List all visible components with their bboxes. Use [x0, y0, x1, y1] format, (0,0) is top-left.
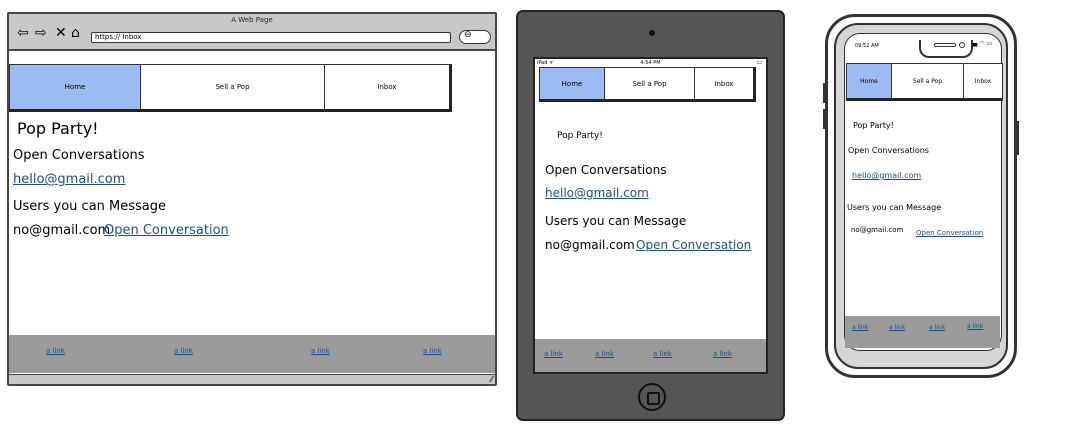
footer-link[interactable]: a link	[967, 323, 983, 330]
page-title: Pop Party!	[557, 131, 603, 141]
tab-home-label: Home	[860, 77, 878, 85]
nav-bar: Home Sell a Pop Inbox	[539, 67, 756, 102]
tab-inbox-label: Inbox	[974, 77, 992, 85]
home-button[interactable]	[638, 383, 666, 411]
tab-home[interactable]: Home	[540, 68, 605, 99]
camera-icon	[649, 30, 655, 36]
footer-link[interactable]: a link	[595, 350, 614, 358]
tab-sell-a-pop[interactable]: Sell a Pop	[892, 64, 964, 98]
phone-notch	[919, 40, 973, 58]
page-title: Pop Party!	[853, 121, 894, 130]
footer-link[interactable]: a link	[889, 324, 905, 331]
footer: a link a link a link a link	[845, 316, 1000, 348]
speaker-icon	[934, 43, 956, 47]
volume-button	[823, 109, 826, 129]
users-heading: Users you can Message	[847, 203, 942, 212]
browser-chrome: A Web Page ⇦ ⇨ ✕ ⌂ https:// Inbox ⊖	[9, 14, 495, 51]
search-button[interactable]: ⊖	[459, 30, 491, 44]
tab-home-label: Home	[561, 79, 583, 88]
footer-link[interactable]: a link	[423, 347, 442, 355]
tab-sell-a-pop[interactable]: Sell a Pop	[605, 68, 695, 99]
back-icon[interactable]: ⇦	[17, 26, 29, 40]
phone-bezel: 09:52 AM ▂▄ ◠ ▭ Home Sell a Pop Inbox Po…	[834, 23, 1008, 369]
tab-home[interactable]: Home	[847, 64, 892, 98]
close-icon[interactable]: ✕	[55, 26, 67, 40]
tab-home-label: Home	[64, 83, 86, 91]
conversation-email-link[interactable]: hello@gmail.com	[13, 172, 125, 187]
tab-sell-label: Sell a Pop	[215, 83, 250, 91]
footer-link[interactable]: a link	[46, 347, 65, 355]
conversation-email-link[interactable]: hello@gmail.com	[545, 186, 649, 200]
footer-link[interactable]: a link	[174, 347, 193, 355]
camera-icon	[959, 42, 965, 48]
tab-inbox-label: Inbox	[714, 79, 734, 88]
resize-grip-icon[interactable]: ⁄⁄	[490, 375, 493, 384]
open-conversation-link[interactable]: Open Conversation	[104, 223, 229, 238]
nav-bar: Home Sell a Pop Inbox	[9, 64, 452, 112]
user-email: no@gmail.com	[13, 223, 111, 238]
tab-inbox[interactable]: Inbox	[695, 68, 753, 99]
tab-sell-label: Sell a Pop	[912, 77, 943, 85]
status-bar: ⁄⁄	[9, 374, 495, 384]
footer-link[interactable]: a link	[713, 350, 732, 358]
power-button	[1016, 121, 1019, 155]
volume-button	[823, 83, 826, 103]
tablet-screen: iPad ᯤ 4:54 PM ▭ Home Sell a Pop Inbox P…	[533, 57, 768, 374]
phone-status-time: 09:52 AM	[855, 43, 879, 49]
tab-inbox[interactable]: Inbox	[325, 65, 449, 109]
forward-icon[interactable]: ⇨	[35, 26, 47, 40]
footer-link[interactable]: a link	[929, 324, 945, 331]
conversation-email-link[interactable]: hello@gmail.com	[852, 171, 921, 180]
footer-link[interactable]: a link	[653, 350, 672, 358]
users-heading: Users you can Message	[545, 214, 687, 228]
tab-sell-a-pop[interactable]: Sell a Pop	[141, 65, 325, 109]
tablet-status-time: 4:54 PM	[640, 60, 661, 66]
footer: a link a link a link a link	[9, 335, 495, 373]
open-conversations-heading: Open Conversations	[848, 146, 929, 155]
home-icon[interactable]: ⌂	[71, 26, 80, 40]
user-email: no@gmail.com	[545, 238, 635, 252]
footer-link[interactable]: a link	[544, 350, 563, 358]
window-title: A Web Page	[231, 16, 273, 24]
users-heading: Users you can Message	[13, 199, 167, 214]
search-icon: ⊖	[464, 30, 472, 40]
open-conversations-heading: Open Conversations	[545, 163, 667, 177]
tab-sell-label: Sell a Pop	[632, 79, 667, 88]
url-bar[interactable]: https:// Inbox	[91, 32, 451, 43]
browser-mockup: A Web Page ⇦ ⇨ ✕ ⌂ https:// Inbox ⊖ Home…	[7, 12, 497, 386]
tablet-mockup: iPad ᯤ 4:54 PM ▭ Home Sell a Pop Inbox P…	[516, 10, 785, 421]
tab-home[interactable]: Home	[10, 65, 141, 109]
battery-icon: ▭	[756, 59, 762, 66]
footer-link[interactable]: a link	[852, 324, 868, 331]
phone-mockup: 09:52 AM ▂▄ ◠ ▭ Home Sell a Pop Inbox Po…	[823, 14, 1019, 378]
phone-screen: 09:52 AM ▂▄ ◠ ▭ Home Sell a Pop Inbox Po…	[844, 33, 1003, 351]
open-conversations-heading: Open Conversations	[13, 148, 145, 163]
tab-inbox-label: Inbox	[377, 83, 397, 91]
tab-inbox[interactable]: Inbox	[964, 64, 1002, 98]
footer: a link a link a link a link	[535, 339, 766, 372]
open-conversation-link[interactable]: Open Conversation	[916, 229, 983, 237]
nav-bar: Home Sell a Pop Inbox	[846, 63, 1003, 101]
page-title: Pop Party!	[17, 119, 99, 138]
open-conversation-link[interactable]: Open Conversation	[636, 238, 751, 252]
user-email: no@gmail.com	[851, 226, 904, 234]
footer-link[interactable]: a link	[311, 347, 330, 355]
